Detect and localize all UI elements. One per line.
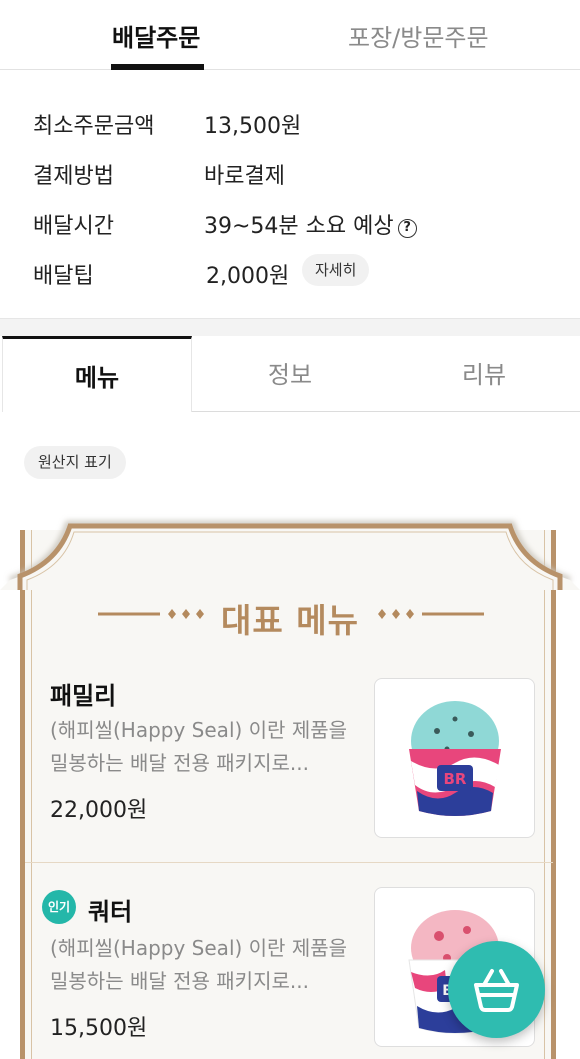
section-divider <box>0 318 580 336</box>
menu-item-name: 패밀리 <box>50 682 117 710</box>
min-order-row: 최소주문금액 13,500원 <box>0 102 580 142</box>
menu-item-price: 22,000원 <box>50 798 148 823</box>
delivery-tip-row: 배달팁 2,000원 자세히 <box>0 252 580 292</box>
menu-item-description-line: (해피씰(Happy Seal) 이란 제품을 <box>50 718 348 742</box>
cart-button[interactable] <box>448 941 545 1038</box>
menu-item-description: (해피씰(Happy Seal) 이란 제품을 밀봉하는 배달 전용 패키지로.… <box>50 932 370 998</box>
popular-badge: 인기 <box>42 890 76 924</box>
menu-item[interactable]: 패밀리 (해피씰(Happy Seal) 이란 제품을 밀봉하는 배달 전용 패… <box>25 660 553 864</box>
min-order-label: 최소주문금액 <box>33 114 155 139</box>
title-ornament-right-icon <box>378 609 484 619</box>
question-icon[interactable]: ? <box>397 219 417 238</box>
tab-menu[interactable]: 메뉴 <box>2 336 192 412</box>
menu-item-description-line: 밀봉하는 배달 전용 패키지로... <box>50 751 309 775</box>
min-order-value: 13,500원 <box>204 114 302 139</box>
featured-menu-title: 대표 메뉴 <box>221 601 359 640</box>
payment-label: 결제방법 <box>33 164 114 189</box>
menu-item-description-line: 밀봉하는 배달 전용 패키지로... <box>50 969 309 993</box>
store-info: 최소주문금액 13,500원 결제방법 바로결제 배달시간 39~54분 소요 … <box>0 70 580 318</box>
delivery-time-label: 배달시간 <box>33 214 114 239</box>
item-divider <box>25 862 553 863</box>
delivery-time-value: 39~54분 소요 예상 <box>204 214 394 239</box>
svg-text:BR: BR <box>444 770 467 788</box>
content-tabs: 메뉴 정보 리뷰 <box>0 336 580 412</box>
delivery-tip-value: 2,000원 <box>206 264 290 289</box>
payment-row: 결제방법 바로결제 <box>0 152 580 192</box>
payment-value: 바로결제 <box>204 164 285 189</box>
tab-review[interactable]: 리뷰 <box>388 336 580 412</box>
menu-item-name: 쿼터 <box>88 898 133 926</box>
menu-item-price: 15,500원 <box>50 1016 148 1041</box>
basket-icon <box>474 969 519 1012</box>
tab-delivery-order[interactable]: 배달주문 <box>112 18 200 53</box>
ice-cream-mint-icon: BR <box>409 701 501 816</box>
delivery-tip-label: 배달팁 <box>33 264 94 289</box>
tip-detail-button[interactable]: 자세히 <box>302 254 370 286</box>
menu-item-image: BR <box>374 678 535 838</box>
frame-top-ornament <box>0 521 580 590</box>
tab-pickup-order[interactable]: 포장/방문주문 <box>348 18 489 53</box>
order-type-tabs: 배달주문 포장/방문주문 <box>0 0 580 70</box>
menu-item-description-line: (해피씰(Happy Seal) 이란 제품을 <box>50 936 348 960</box>
tab-info[interactable]: 정보 <box>192 336 388 412</box>
delivery-time-value-wrap: 39~54분 소요 예상? <box>204 208 417 240</box>
delivery-time-row: 배달시간 39~54분 소요 예상? <box>0 202 580 242</box>
menu-item-description: (해피씰(Happy Seal) 이란 제품을 밀봉하는 배달 전용 패키지로.… <box>50 714 370 780</box>
origin-label-button[interactable]: 원산지 표기 <box>24 446 126 479</box>
